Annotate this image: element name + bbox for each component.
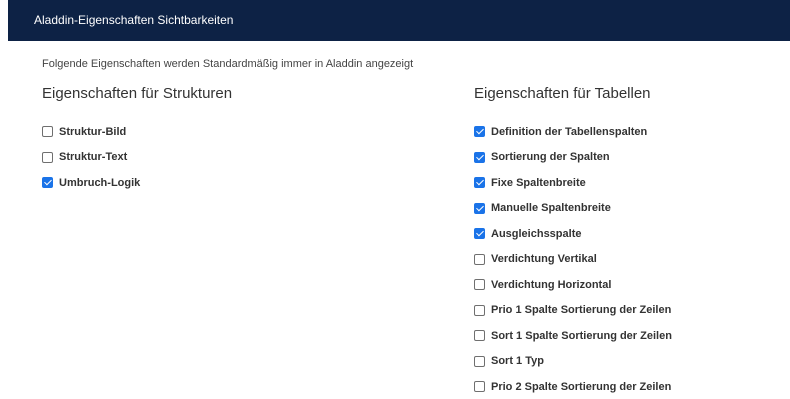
table-option-manuelle-spaltenbreite[interactable]: Manuelle Spaltenbreite — [474, 196, 672, 222]
option-label: Definition der Tabellenspalten — [491, 125, 648, 138]
option-label: Verdichtung Horizontal — [491, 278, 612, 291]
structure-option-struktur-text[interactable]: Struktur-Text — [42, 145, 232, 171]
option-label: Sortierung der Spalten — [491, 151, 610, 164]
option-label: Manuelle Spaltenbreite — [491, 202, 611, 215]
table-option-prio1-sortierung[interactable]: Prio 1 Spalte Sortierung der Zeilen — [474, 298, 672, 324]
checkbox[interactable] — [474, 330, 485, 342]
option-label: Prio 2 Spalte Sortierung der Zeilen — [491, 380, 672, 393]
checkbox[interactable] — [42, 126, 53, 138]
structures-column: Eigenschaften für Strukturen Struktur-Bi… — [42, 85, 232, 196]
checkbox[interactable] — [474, 253, 485, 265]
checkbox[interactable] — [474, 304, 485, 316]
checkbox[interactable] — [42, 177, 53, 189]
table-option-prio2-sortierung[interactable]: Prio 2 Spalte Sortierung der Zeilen — [474, 374, 672, 399]
table-option-definition-tabellenspalten[interactable]: Definition der Tabellenspalten — [474, 119, 672, 145]
option-label: Struktur-Text — [59, 151, 128, 164]
table-option-ausgleichsspalte[interactable]: Ausgleichsspalte — [474, 221, 672, 247]
option-label: Fixe Spaltenbreite — [491, 176, 586, 189]
option-label: Ausgleichsspalte — [491, 227, 582, 240]
intro-text: Folgende Eigenschaften werden Standardmä… — [42, 58, 414, 70]
panel-body: Folgende Eigenschaften werden Standardmä… — [8, 41, 790, 399]
checkbox[interactable] — [474, 355, 485, 367]
option-label: Prio 1 Spalte Sortierung der Zeilen — [491, 304, 672, 317]
structure-option-umbruch-logik[interactable]: Umbruch-Logik — [42, 170, 232, 196]
option-label: Struktur-Bild — [59, 125, 127, 138]
option-label: Umbruch-Logik — [59, 176, 141, 189]
table-option-verdichtung-vertikal[interactable]: Verdichtung Vertikal — [474, 247, 672, 273]
visibility-settings-panel: Aladdin-Eigenschaften Sichtbarkeiten Fol… — [8, 0, 790, 399]
structures-option-list: Struktur-Bild Struktur-Text Umbruch-Logi… — [42, 119, 232, 196]
checkbox[interactable] — [474, 279, 485, 291]
panel-title: Aladdin-Eigenschaften Sichtbarkeiten — [34, 13, 234, 27]
checkbox[interactable] — [474, 151, 485, 163]
checkbox[interactable] — [474, 228, 485, 240]
checkbox[interactable] — [474, 177, 485, 189]
structures-heading: Eigenschaften für Strukturen — [42, 85, 233, 102]
checkbox[interactable] — [474, 202, 485, 214]
table-option-sortierung-spalten[interactable]: Sortierung der Spalten — [474, 145, 672, 171]
tables-option-list: Definition der Tabellenspalten Sortierun… — [474, 119, 672, 399]
option-label: Sort 1 Spalte Sortierung der Zeilen — [491, 329, 672, 342]
checkbox[interactable] — [474, 126, 485, 138]
checkbox[interactable] — [42, 151, 53, 163]
tables-column: Eigenschaften für Tabellen Definition de… — [474, 85, 672, 399]
option-label: Verdichtung Vertikal — [491, 253, 597, 266]
panel-header: Aladdin-Eigenschaften Sichtbarkeiten — [8, 0, 790, 41]
checkbox[interactable] — [474, 381, 485, 393]
table-option-sort1-typ[interactable]: Sort 1 Typ — [474, 349, 672, 375]
tables-heading: Eigenschaften für Tabellen — [474, 85, 651, 102]
option-label: Sort 1 Typ — [491, 355, 544, 368]
table-option-verdichtung-horizontal[interactable]: Verdichtung Horizontal — [474, 272, 672, 298]
table-option-fixe-spaltenbreite[interactable]: Fixe Spaltenbreite — [474, 170, 672, 196]
structure-option-struktur-bild[interactable]: Struktur-Bild — [42, 119, 232, 145]
page: Aladdin-Eigenschaften Sichtbarkeiten Fol… — [0, 0, 790, 399]
table-option-sort1-sortierung[interactable]: Sort 1 Spalte Sortierung der Zeilen — [474, 323, 672, 349]
